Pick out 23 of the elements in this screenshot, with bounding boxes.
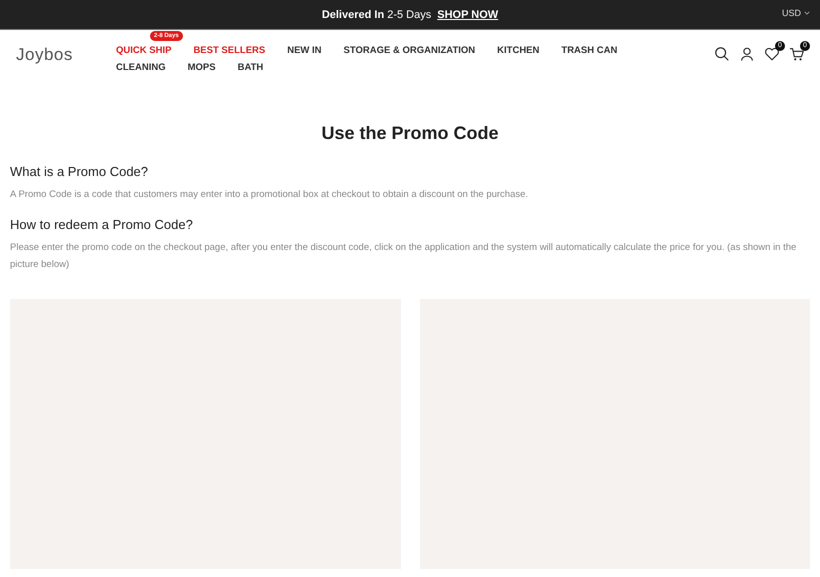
section-text: A Promo Code is a code that customers may enter into a promotional box at checkout to obtain a discount on the purchase. [10,188,530,202]
nav-link[interactable]: STORAGE & ORGANIZATION [344,45,476,56]
page-title: Use the Promo Code [320,123,500,144]
nav-link[interactable]: CLEANING [116,62,166,73]
section-text: Please enter the promo code on the checkout page, after you enter the discount code, click on the application and the system will automatically calculate the price for you. (as shown in the picture below) [10,241,798,272]
currency-selector[interactable]: USD [782,8,810,18]
nav-link[interactable]: MOPS [188,62,216,73]
account-icon[interactable] [739,46,755,62]
nav-link[interactable]: KITCHEN [497,45,540,56]
logo[interactable]: Joybos [16,45,116,65]
nav-link[interactable]: QUICK SHIP [116,45,172,56]
search-icon[interactable] [714,46,730,62]
nav-link[interactable]: NEW IN [287,45,322,56]
section-heading: How to redeem a Promo Code? [10,217,194,232]
heart-icon[interactable] [764,46,780,62]
nav-link[interactable]: BEST SELLERS [193,45,266,56]
section-heading: What is a Promo Code? [10,164,150,179]
cart-icon[interactable] [789,46,805,62]
chevron-icon [804,11,810,15]
nav-link[interactable]: TRASH CAN [561,45,618,56]
nav-link[interactable]: BATH [238,62,264,73]
shop-now-link[interactable]: SHOP NOW [437,8,498,20]
announcement-text: Delivered In 2-5 Days [322,8,432,20]
